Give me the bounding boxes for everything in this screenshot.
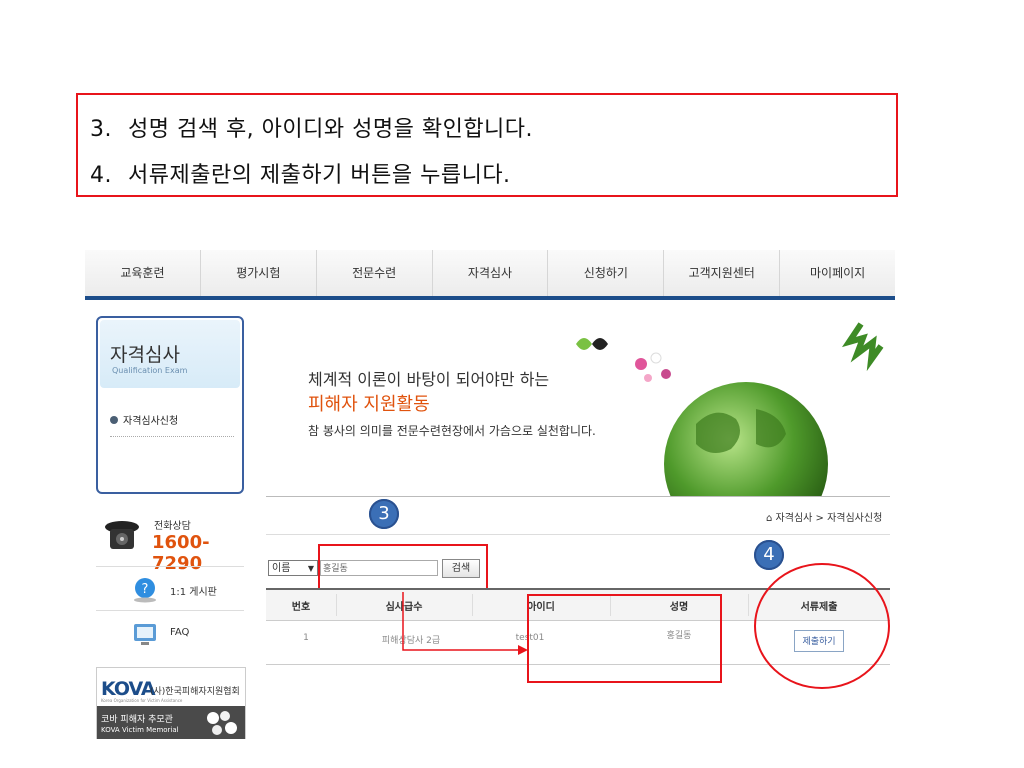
nav-item-support[interactable]: 고객지원센터 [664,250,781,296]
divider [266,534,890,535]
banner-line-3: 참 봉사의 의미를 전문수련현장에서 가슴으로 실천합니다. [308,424,596,438]
memorial-band: 코바 피해자 추모관 KOVA Victim Memorial [97,706,245,739]
nav-item-apply[interactable]: 신청하기 [548,250,665,296]
monitor-icon [134,624,156,645]
instruction-text: 성명 검색 후, 아이디와 성명을 확인합니다. [128,117,534,142]
nav-item-mypage[interactable]: 마이페이지 [780,250,895,296]
banner-line-1: 체계적 이론이 바탕이 되어야만 하는 [308,370,550,389]
memorial-title-en: KOVA Victim Memorial [101,726,179,734]
question-icon: ? [134,578,156,603]
main-nav: 교육훈련 평가시험 전문수련 자격심사 신청하기 고객지원센터 마이페이지 [85,250,895,300]
breadcrumb-path: 자격심사 > 자격심사신청 [775,513,883,524]
home-icon[interactable]: ⌂ [766,513,772,524]
phone-consult: 전화상담 1600-7290 [96,505,244,574]
banner-line-2: 피해자 지원활동 [308,394,430,415]
id-name-highlight [527,594,722,683]
instruction-line-4: 4. 서류제출란의 제출하기 버튼을 누릅니다. [90,157,511,189]
kova-logo: KOVA [101,678,156,700]
sidebar-item-label: 자격심사신청 [123,416,179,427]
step-3-marker: 3 [369,499,399,529]
instruction-box: 3. 성명 검색 후, 아이디와 성명을 확인합니다. 4. 서류제출란의 제출하기… [76,93,898,197]
instruction-number: 3. [90,117,112,142]
instruction-line-3: 3. 성명 검색 후, 아이디와 성명을 확인합니다. [90,111,533,143]
select-value: 이름 [272,563,291,574]
search-highlight [318,544,488,592]
sidebar-item-qualification-apply[interactable]: 자격심사신청 [110,412,178,427]
sidebar-subtitle: Qualification Exam [112,366,188,375]
sidebar-menu: 자격심사 Qualification Exam 자격심사신청 [96,316,244,494]
bullet-icon [110,416,118,424]
globe-illustration [576,322,884,496]
column-header-number: 번호 [291,602,311,613]
nav-item-education[interactable]: 교육훈련 [85,250,201,296]
phone-label: 전화상담 [154,521,191,532]
sidebar-header: 자격심사 Qualification Exam [100,320,240,388]
sidebar-title: 자격심사 [110,344,180,366]
instruction-text: 서류제출란의 제출하기 버튼을 누릅니다. [128,163,511,188]
telephone-icon [105,521,139,549]
submit-highlight [754,563,890,689]
board-label: 1:1 게시판 [170,587,217,598]
nav-item-training[interactable]: 전문수련 [317,250,433,296]
hero-banner: 체계적 이론이 바탕이 되어야만 하는 피해자 지원활동 참 봉사의 의미를 전… [266,314,890,496]
nav-item-qualification[interactable]: 자격심사 [433,250,549,296]
kova-tagline: Korea Organization for Victim Assistance [101,698,183,703]
chevron-down-icon: ▼ [307,564,314,573]
nav-item-exam[interactable]: 평가시험 [201,250,317,296]
svg-text:?: ? [142,582,149,597]
flower-icon [207,711,237,735]
divider [266,496,890,497]
breadcrumb: ⌂ 자격심사 > 자격심사신청 [766,509,882,524]
faq-link[interactable]: FAQ [96,610,244,655]
divider [110,436,234,437]
step-4-marker: 4 [754,540,784,570]
cell-grade: 피해상담사 2급 [381,636,441,646]
kova-name: (사)한국피해자지원협회 [150,687,240,697]
search-field-select[interactable]: 이름 ▼ [268,560,318,576]
memorial-title-ko: 코바 피해자 추모관 [101,715,173,725]
cell-number: 1 [303,633,309,643]
kova-banner[interactable]: KOVA (사)한국피해자지원협회 Korea Organization for… [96,667,246,739]
instruction-number: 4. [90,163,112,188]
board-link[interactable]: ? 1:1 게시판 [96,566,244,611]
faq-label: FAQ [170,627,190,638]
column-header-grade: 심사급수 [385,602,423,613]
